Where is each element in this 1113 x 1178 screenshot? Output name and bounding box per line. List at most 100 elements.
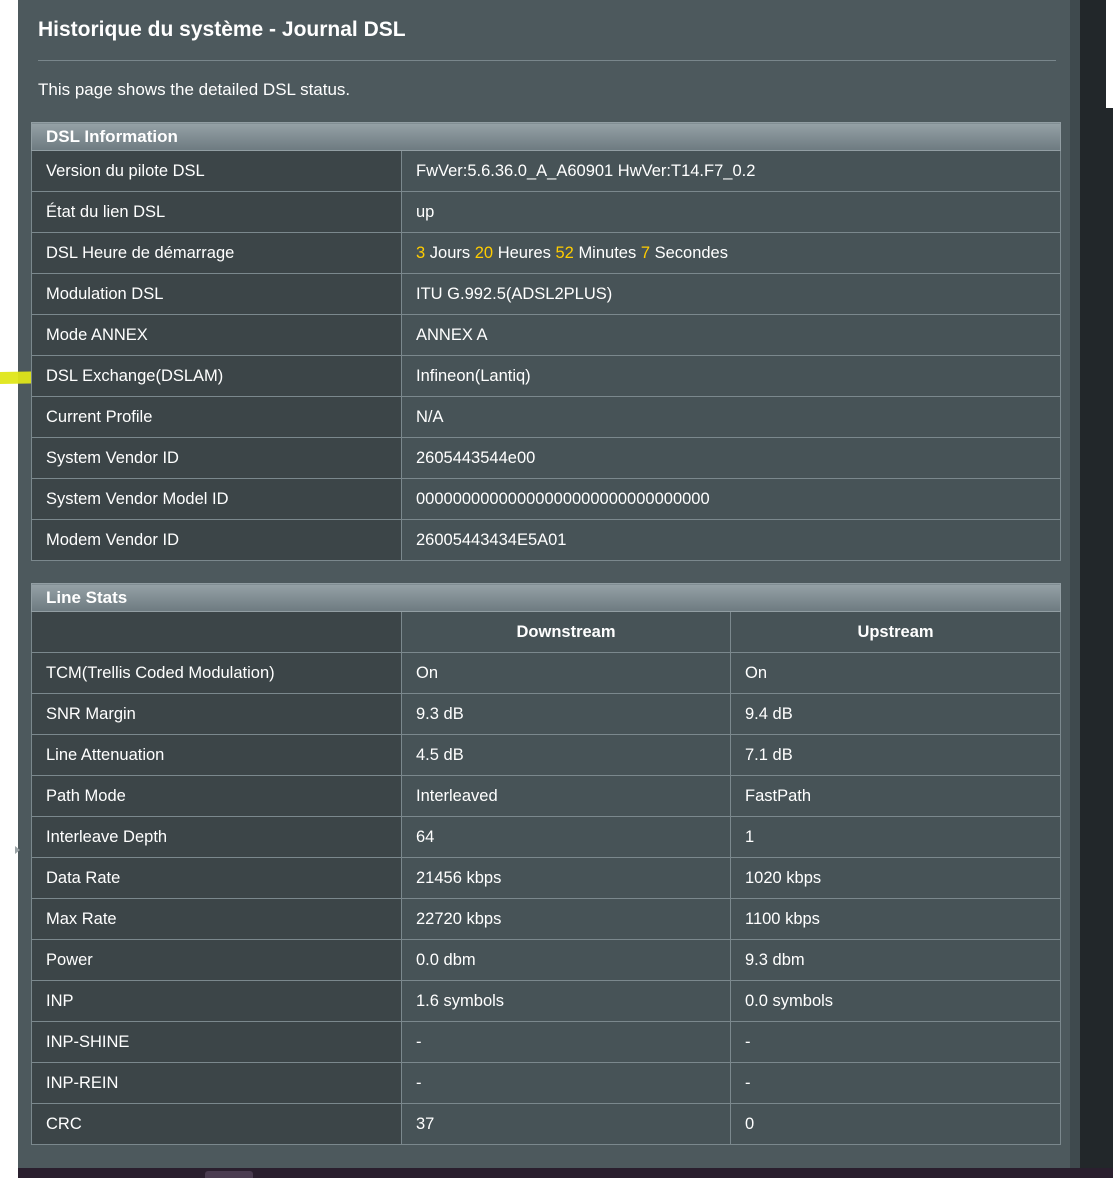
upstream-value: FastPath — [730, 775, 1061, 817]
table-row: Path Mode Interleaved FastPath — [31, 775, 1061, 817]
table-row: Mode ANNEX ANNEX A — [31, 314, 1062, 356]
page-description: This page shows the detailed DSL status. — [38, 80, 351, 99]
row-value-highlighted: Infineon(Lantiq) — [400, 355, 1062, 397]
page-title: Historique du système - Journal DSL — [38, 18, 406, 41]
table-row: Max Rate 22720 kbps 1100 kbps — [31, 898, 1061, 940]
table-row: État du lien DSL up — [31, 191, 1062, 233]
row-label: System Vendor ID — [31, 437, 402, 479]
uptime-seconds-unit: Secondes — [654, 243, 728, 262]
row-label: Modem Vendor ID — [31, 519, 402, 561]
row-label-highlighted: DSL Exchange(DSLAM) — [31, 355, 402, 397]
line-stats-header: Line Stats — [31, 583, 1061, 612]
row-label: System Vendor Model ID — [31, 478, 402, 520]
table-row: Interleave Depth 64 1 — [31, 816, 1061, 858]
taskbar-tab[interactable] — [205, 1171, 253, 1178]
upstream-value: - — [730, 1021, 1061, 1063]
upstream-value: 9.3 dbm — [730, 939, 1061, 981]
uptime-days: 3 — [416, 243, 426, 262]
panel-right-border — [1070, 0, 1080, 1168]
uptime-value: 3 Jours 20 Heures 52 Minutes 7 Secondes — [400, 232, 1062, 274]
row-label: Data Rate — [31, 857, 402, 899]
row-label: Line Attenuation — [31, 734, 402, 776]
row-label: Mode ANNEX — [31, 314, 402, 356]
row-label: Power — [31, 939, 402, 981]
row-label: SNR Margin — [31, 693, 402, 735]
row-label: DSL Heure de démarrage — [31, 232, 402, 274]
row-label: INP-REIN — [31, 1062, 402, 1104]
downstream-value: On — [401, 652, 731, 694]
table-row: INP-SHINE - - — [31, 1021, 1061, 1063]
dsl-information-table: DSL Information Version du pilote DSL Fw… — [30, 122, 1062, 561]
row-label: Modulation DSL — [31, 273, 402, 315]
row-value: 00000000000000000000000000000000 — [400, 478, 1062, 520]
table-row: Power 0.0 dbm 9.3 dbm — [31, 939, 1061, 981]
table-row: DSL Exchange(DSLAM) Infineon(Lantiq) — [31, 355, 1062, 397]
table-row: Line Attenuation 4.5 dB 7.1 dB — [31, 734, 1061, 776]
uptime-minutes: 52 — [555, 243, 574, 262]
table-row: Current Profile N/A — [31, 396, 1062, 438]
window-right-frame — [1080, 0, 1113, 1168]
downstream-value: Interleaved — [401, 775, 731, 817]
row-label: État du lien DSL — [31, 191, 402, 233]
uptime-hours-unit: Heures — [497, 243, 551, 262]
upstream-value: 1 — [730, 816, 1061, 858]
line-stats-table: Line Stats Downstream Upstream TCM(Trell… — [31, 583, 1061, 1145]
upstream-value: 1100 kbps — [730, 898, 1061, 940]
row-label: Interleave Depth — [31, 816, 402, 858]
upstream-value: 0.0 symbols — [730, 980, 1061, 1022]
column-header-upstream: Upstream — [730, 611, 1061, 653]
downstream-value: 9.3 dB — [401, 693, 731, 735]
upstream-value: 0 — [730, 1103, 1061, 1145]
table-row: TCM(Trellis Coded Modulation) On On — [31, 652, 1061, 694]
upstream-value: - — [730, 1062, 1061, 1104]
table-row: System Vendor ID 2605443544e00 — [31, 437, 1062, 479]
row-value: 26005443434E5A01 — [400, 519, 1062, 561]
upstream-value: 9.4 dB — [730, 693, 1061, 735]
row-value: ITU G.992.5(ADSL2PLUS) — [400, 273, 1062, 315]
downstream-value: 22720 kbps — [401, 898, 731, 940]
downstream-value: 4.5 dB — [401, 734, 731, 776]
row-label: INP — [31, 980, 402, 1022]
table-row: CRC 37 0 — [31, 1103, 1061, 1145]
taskbar-strip — [18, 1168, 1113, 1178]
upstream-value: On — [730, 652, 1061, 694]
downstream-value: 21456 kbps — [401, 857, 731, 899]
column-header-row: Downstream Upstream — [31, 611, 1061, 653]
upstream-value: 1020 kbps — [730, 857, 1061, 899]
row-label: Version du pilote DSL — [31, 150, 402, 192]
window-right-gap — [1106, 0, 1113, 108]
uptime-minutes-unit: Minutes — [578, 243, 637, 262]
table-row: System Vendor Model ID 00000000000000000… — [31, 478, 1062, 520]
column-header-empty — [31, 611, 402, 653]
table-row: Modulation DSL ITU G.992.5(ADSL2PLUS) — [31, 273, 1062, 315]
downstream-value: - — [401, 1062, 731, 1104]
collapse-arrow-icon[interactable] — [15, 846, 20, 854]
table-row: SNR Margin 9.3 dB 9.4 dB — [31, 693, 1061, 735]
column-header-downstream: Downstream — [401, 611, 731, 653]
downstream-value: 1.6 symbols — [401, 980, 731, 1022]
row-value: FwVer:5.6.36.0_A_A60901 HwVer:T14.F7_0.2 — [400, 150, 1062, 192]
table-row: Data Rate 21456 kbps 1020 kbps — [31, 857, 1061, 899]
table-row: DSL Heure de démarrage 3 Jours 20 Heures… — [31, 232, 1062, 274]
row-label: Max Rate — [31, 898, 402, 940]
table-row: Modem Vendor ID 26005443434E5A01 — [31, 519, 1062, 561]
row-label: CRC — [31, 1103, 402, 1145]
row-value: N/A — [400, 396, 1062, 438]
row-label: INP-SHINE — [31, 1021, 402, 1063]
row-value: 2605443544e00 — [400, 437, 1062, 479]
table-row: INP 1.6 symbols 0.0 symbols — [31, 980, 1061, 1022]
row-label: TCM(Trellis Coded Modulation) — [31, 652, 402, 694]
downstream-value: 64 — [401, 816, 731, 858]
uptime-hours: 20 — [474, 243, 494, 262]
row-value: up — [400, 191, 1062, 233]
upstream-value: 7.1 dB — [730, 734, 1061, 776]
uptime-days-unit: Jours — [429, 243, 471, 262]
table-row: INP-REIN - - — [31, 1062, 1061, 1104]
title-divider — [38, 60, 1056, 61]
row-label: Current Profile — [31, 396, 402, 438]
table-row: Version du pilote DSL FwVer:5.6.36.0_A_A… — [31, 150, 1062, 192]
downstream-value: 37 — [401, 1103, 731, 1145]
uptime-seconds: 7 — [640, 243, 650, 262]
downstream-value: - — [401, 1021, 731, 1063]
downstream-value: 0.0 dbm — [401, 939, 731, 981]
